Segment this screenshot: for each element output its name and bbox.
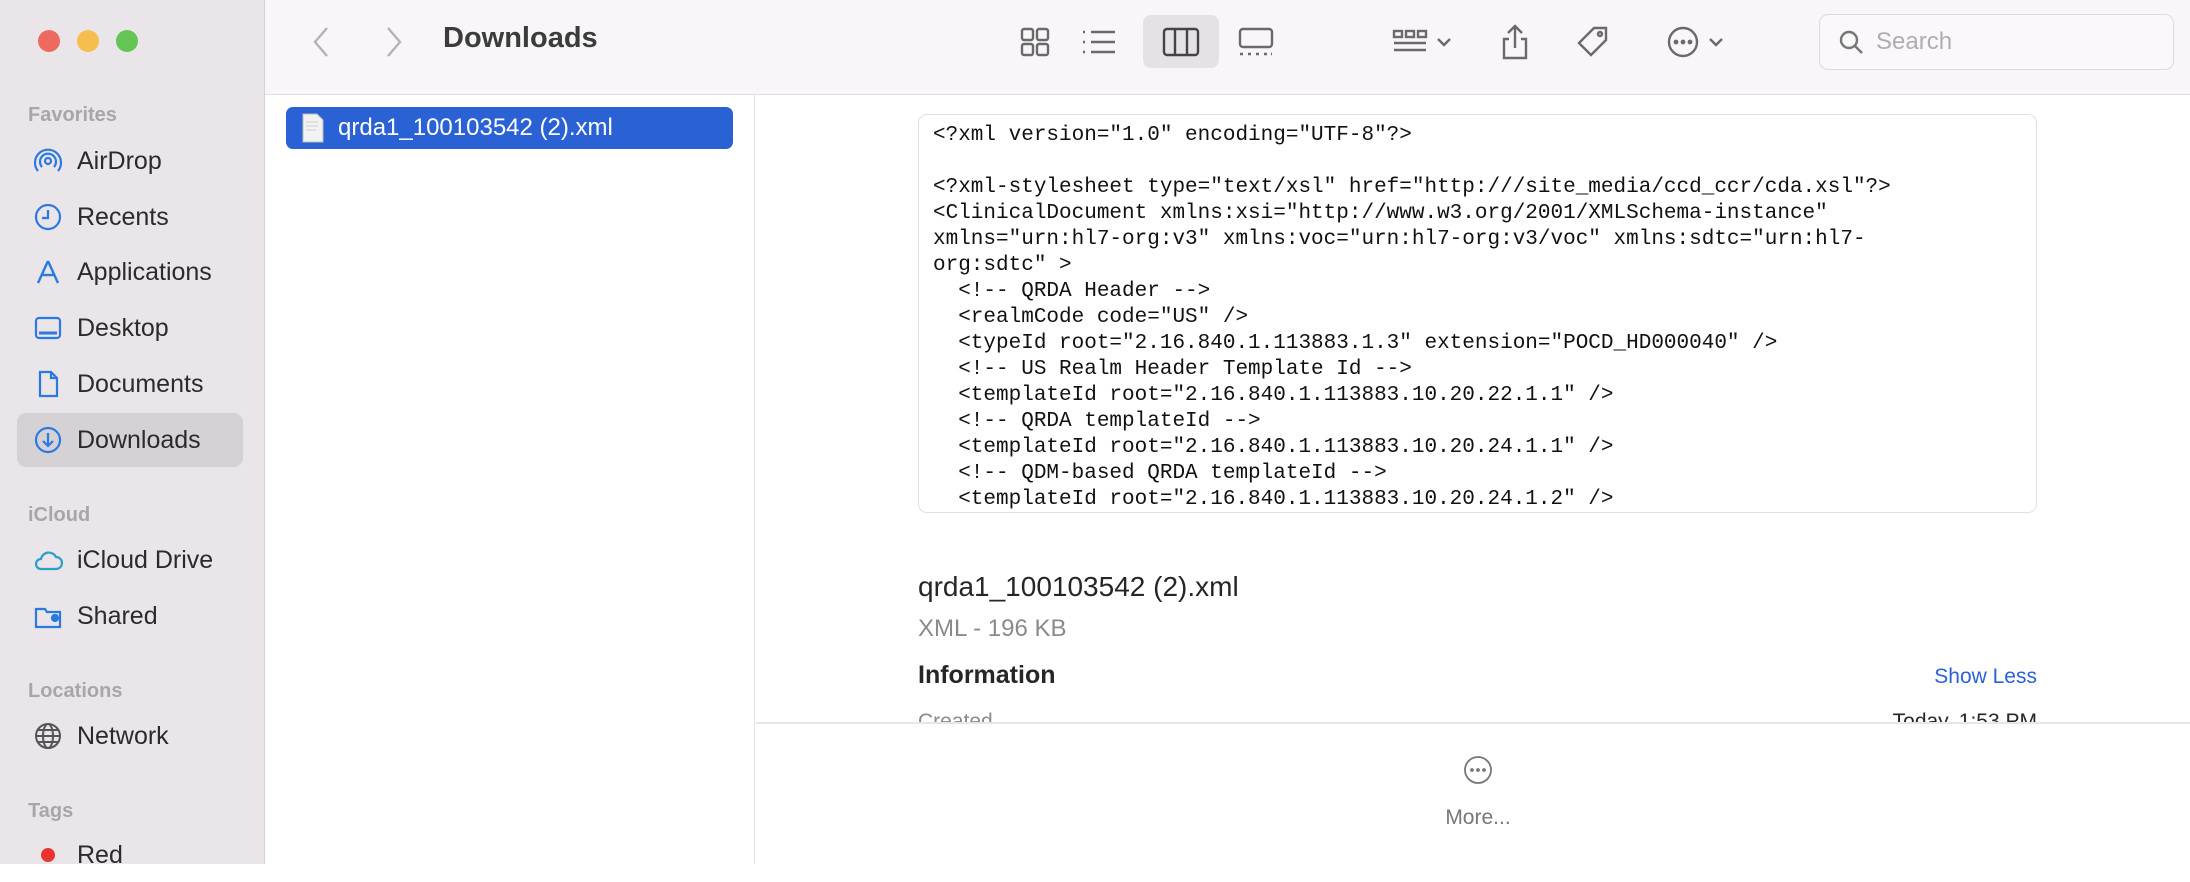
sidebar-item-applications[interactable]: Applications bbox=[17, 245, 243, 299]
chevron-down-icon bbox=[1437, 37, 1451, 47]
minimize-window-button[interactable] bbox=[77, 30, 99, 52]
preview-pane: <?xml version="1.0" encoding="UTF-8"?> <?… bbox=[756, 95, 2190, 722]
tag-icon bbox=[1577, 26, 1608, 57]
file-item[interactable]: qrda1_100103542 (2).xml bbox=[286, 107, 733, 149]
information-heading: Information bbox=[918, 661, 1056, 689]
more-icon bbox=[1667, 26, 1699, 57]
tag-button[interactable] bbox=[1571, 15, 1615, 68]
download-icon bbox=[34, 426, 62, 454]
sidebar-section-favorites: Favorites bbox=[28, 104, 117, 126]
sidebar-item-label: Shared bbox=[77, 601, 158, 630]
document-icon bbox=[38, 370, 59, 398]
grid-icon bbox=[1020, 27, 1050, 56]
sidebar-item-label: Desktop bbox=[77, 313, 169, 342]
sidebar-item-label: Documents bbox=[77, 369, 204, 398]
sidebar-item-documents[interactable]: Documents bbox=[17, 357, 243, 411]
sidebar-item-label: Red bbox=[77, 840, 123, 869]
gallery-view-button[interactable] bbox=[1227, 15, 1285, 68]
gallery-icon bbox=[1238, 27, 1274, 55]
shared-folder-icon bbox=[34, 607, 62, 629]
red-tag-dot bbox=[41, 848, 55, 862]
sidebar-section-icloud: iCloud bbox=[28, 504, 91, 526]
column-view-button[interactable] bbox=[1143, 15, 1219, 68]
cloud-icon bbox=[34, 551, 63, 571]
created-label: Created bbox=[918, 710, 993, 722]
sidebar-section-locations: Locations bbox=[28, 680, 123, 702]
group-icon bbox=[1392, 29, 1428, 51]
code-line: <?xml version="1.0" encoding="UTF-8"?> bbox=[933, 124, 1412, 147]
search-input[interactable]: Search bbox=[1819, 14, 2174, 70]
code-line: <templateId root="2.16.840.1.113883.10.2… bbox=[933, 384, 1614, 407]
desktop-icon bbox=[34, 316, 62, 340]
search-placeholder: Search bbox=[1876, 28, 1953, 55]
code-line: <!-- QDM-based QRDA templateId --> bbox=[933, 462, 1387, 485]
sidebar-item-label: iCloud Drive bbox=[77, 545, 214, 574]
chevron-down-icon bbox=[1709, 37, 1723, 47]
window-title: Downloads bbox=[443, 22, 598, 54]
preview-file-meta: XML - 196 KB bbox=[918, 615, 1067, 642]
sidebar-item-label: Network bbox=[77, 721, 169, 750]
code-line: xmlns="urn:hl7-org:v3" xmlns:voc="urn:hl… bbox=[933, 228, 1866, 251]
code-line: <templateId root="2.16.840.1.113883.10.2… bbox=[933, 488, 1614, 511]
preview-actions: More... bbox=[756, 722, 2190, 864]
code-line: <!-- QRDA templateId --> bbox=[933, 410, 1261, 433]
file-column: qrda1_100103542 (2).xml bbox=[265, 95, 755, 864]
sidebar-item-shared[interactable]: Shared bbox=[17, 589, 243, 643]
code-line: <templateId root="2.16.840.1.113883.10.2… bbox=[933, 436, 1614, 459]
toolbar: Downloads Search bbox=[265, 0, 2190, 95]
chevron-right-icon bbox=[387, 26, 402, 57]
zoom-window-button[interactable] bbox=[116, 30, 138, 52]
sidebar-item-desktop[interactable]: Desktop bbox=[17, 301, 243, 355]
clock-icon bbox=[34, 203, 62, 231]
sidebar-item-recents[interactable]: Recents bbox=[17, 190, 243, 244]
code-line: <!-- US Realm Header Template Id --> bbox=[933, 358, 1412, 381]
close-window-button[interactable] bbox=[38, 30, 60, 52]
more-label[interactable]: More... bbox=[1416, 806, 1540, 830]
group-by-button[interactable] bbox=[1383, 15, 1461, 68]
sidebar-item-label: Applications bbox=[77, 257, 212, 286]
sidebar: Favorites AirDrop Recents Applications Deskt… bbox=[0, 0, 265, 869]
show-less-link[interactable]: Show Less bbox=[1934, 665, 2037, 689]
file-content-preview[interactable]: <?xml version="1.0" encoding="UTF-8"?> <?… bbox=[918, 114, 2037, 513]
file-name: qrda1_100103542 (2).xml bbox=[338, 114, 613, 141]
forward-button[interactable] bbox=[378, 15, 410, 68]
sidebar-item-red[interactable]: Red bbox=[17, 828, 243, 882]
sidebar-item-downloads[interactable]: Downloads bbox=[17, 413, 243, 467]
sidebar-item-label: Recents bbox=[77, 202, 169, 231]
code-line: <?xml-stylesheet type="text/xsl" href="h… bbox=[933, 176, 1891, 199]
xml-file-icon bbox=[302, 113, 324, 143]
sidebar-item-label: AirDrop bbox=[77, 146, 162, 175]
globe-icon bbox=[35, 723, 61, 749]
icon-view-button[interactable] bbox=[1006, 15, 1064, 68]
more-button[interactable] bbox=[1456, 754, 1500, 791]
code-line: <realmCode code="US" /> bbox=[933, 306, 1249, 329]
sidebar-section-tags: Tags bbox=[28, 800, 74, 822]
search-icon bbox=[1839, 30, 1863, 54]
code-line: <ClinicalDocument xmlns:xsi="http://www.… bbox=[933, 202, 1828, 225]
sidebar-item-airdrop[interactable]: AirDrop bbox=[17, 134, 243, 188]
chevron-left-icon bbox=[313, 26, 328, 57]
columns-icon bbox=[1162, 27, 1200, 56]
sidebar-item-label: Downloads bbox=[77, 425, 201, 454]
preview-file-name: qrda1_100103542 (2).xml bbox=[918, 571, 1239, 602]
share-button[interactable] bbox=[1493, 15, 1537, 68]
code-line: <!-- QRDA Header --> bbox=[933, 280, 1211, 303]
code-line: org:sdtc" > bbox=[933, 254, 1072, 277]
applications-icon bbox=[36, 260, 60, 284]
created-value: Today, 1:53 PM bbox=[1892, 710, 2037, 722]
list-view-button[interactable] bbox=[1070, 15, 1128, 68]
sidebar-item-network[interactable]: Network bbox=[17, 709, 243, 763]
code-line: <typeId root="2.16.840.1.113883.1.3" ext… bbox=[933, 332, 1778, 355]
more-icon bbox=[1464, 756, 1492, 784]
share-icon bbox=[1502, 23, 1528, 59]
back-button[interactable] bbox=[305, 15, 337, 68]
sidebar-item-icloud-drive[interactable]: iCloud Drive bbox=[17, 533, 243, 587]
airdrop-icon bbox=[33, 148, 63, 172]
list-icon bbox=[1083, 30, 1115, 53]
action-menu-button[interactable] bbox=[1655, 15, 1735, 68]
